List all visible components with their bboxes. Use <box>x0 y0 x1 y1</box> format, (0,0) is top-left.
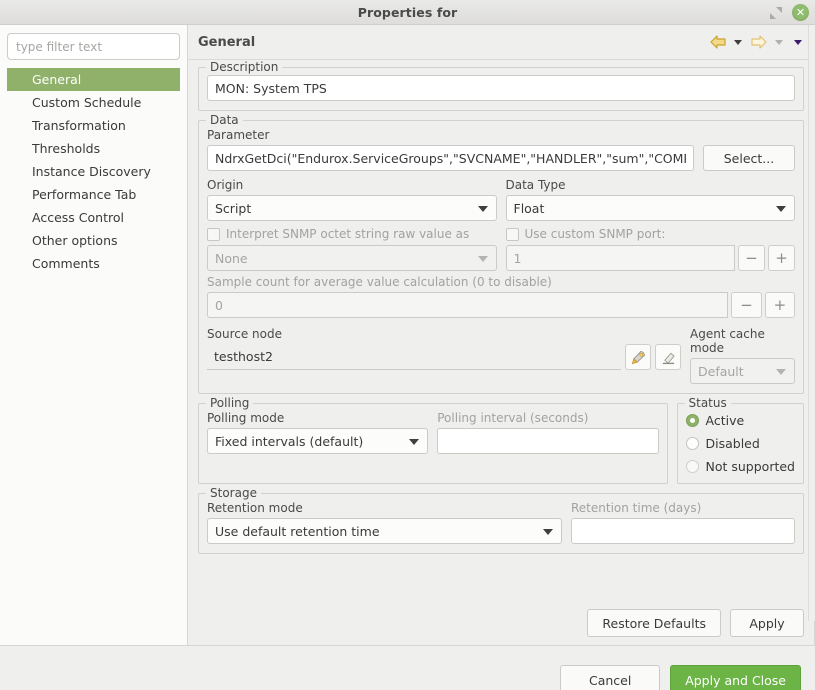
polling-mode-value: Fixed intervals (default) <box>215 434 363 449</box>
octet-format-value: None <box>215 251 248 266</box>
octet-format-select[interactable]: None <box>207 245 497 271</box>
sample-count-stepper: − + <box>207 292 795 318</box>
snmp-port-plus-icon[interactable]: + <box>768 245 795 271</box>
snmp-octet-label: Interpret SNMP octet string raw value as <box>226 227 469 241</box>
origin-value: Script <box>215 201 251 216</box>
snmp-port-checkbox[interactable] <box>506 228 519 241</box>
snmp-port-stepper: − + <box>506 245 796 271</box>
page-nav-controls <box>708 32 806 52</box>
description-input[interactable] <box>207 75 795 101</box>
source-node-input[interactable] <box>207 344 621 370</box>
status-radio-disabled[interactable] <box>686 437 699 450</box>
sidebar-item-thresholds[interactable]: Thresholds <box>7 137 180 160</box>
agent-cache-mode-label: Agent cache mode <box>690 327 795 355</box>
sidebar-item-instance-discovery[interactable]: Instance Discovery <box>7 160 180 183</box>
general-form: Description Data Parameter Select... Ori… <box>188 60 814 609</box>
snmp-port-minus-icon[interactable]: − <box>738 245 765 271</box>
agent-cache-mode-value: Default <box>698 364 744 379</box>
data-type-value: Float <box>514 201 545 216</box>
cancel-button[interactable]: Cancel <box>560 665 660 690</box>
status-group: Status Active Disabled Not supported <box>677 403 805 484</box>
form-action-row: Restore Defaults Apply <box>188 609 814 645</box>
data-group: Data Parameter Select... Origin Script D… <box>198 120 804 394</box>
window-title: Properties for <box>358 5 458 20</box>
retention-mode-label: Retention mode <box>207 501 562 515</box>
origin-label: Origin <box>207 178 497 192</box>
sidebar: General Custom Schedule Transformation T… <box>0 25 188 645</box>
sample-count-label: Sample count for average value calculati… <box>207 275 795 289</box>
page-title: General <box>198 35 255 50</box>
status-label-not-supported: Not supported <box>706 459 796 474</box>
parameter-label: Parameter <box>207 128 795 142</box>
status-radio-not-supported[interactable] <box>686 460 699 473</box>
window-titlebar: Properties for ✕ <box>0 0 815 25</box>
status-option-disabled[interactable]: Disabled <box>686 436 796 451</box>
sidebar-item-general[interactable]: General <box>7 68 180 91</box>
sidebar-item-comments[interactable]: Comments <box>7 252 180 275</box>
sample-count-minus-icon[interactable]: − <box>731 292 761 318</box>
origin-select[interactable]: Script <box>207 195 497 221</box>
polling-interval-label: Polling interval (seconds) <box>437 411 658 425</box>
apply-and-close-button[interactable]: Apply and Close <box>670 665 801 690</box>
snmp-octet-checkbox[interactable] <box>207 228 220 241</box>
storage-legend: Storage <box>206 486 261 500</box>
sample-count-input[interactable] <box>207 292 728 318</box>
back-history-chevron-down-icon[interactable] <box>730 32 746 52</box>
select-parameter-button[interactable]: Select... <box>703 145 795 171</box>
retention-mode-value: Use default retention time <box>215 524 380 539</box>
retention-time-label: Retention time (days) <box>571 501 795 515</box>
sidebar-item-access-control[interactable]: Access Control <box>7 206 180 229</box>
polling-group: Polling Polling mode Fixed intervals (de… <box>198 403 668 484</box>
forward-arrow-icon[interactable] <box>749 32 768 52</box>
status-label-active: Active <box>706 413 745 428</box>
restore-defaults-button[interactable]: Restore Defaults <box>587 609 721 637</box>
dialog-body: General Custom Schedule Transformation T… <box>0 25 815 645</box>
sidebar-item-performance-tab[interactable]: Performance Tab <box>7 183 180 206</box>
polling-mode-label: Polling mode <box>207 411 428 425</box>
snmp-port-label: Use custom SNMP port: <box>525 227 666 241</box>
storage-group: Storage Retention mode Use default reten… <box>198 493 804 554</box>
snmp-octet-checkbox-row[interactable]: Interpret SNMP octet string raw value as <box>207 227 497 241</box>
filter-input[interactable] <box>7 33 180 60</box>
content-panel: General Description <box>188 25 815 645</box>
select-node-icon[interactable] <box>625 344 651 370</box>
sidebar-item-custom-schedule[interactable]: Custom Schedule <box>7 91 180 114</box>
data-legend: Data <box>206 113 243 127</box>
sidebar-item-transformation[interactable]: Transformation <box>7 114 180 137</box>
window-controls: ✕ <box>769 0 809 25</box>
status-option-not-supported[interactable]: Not supported <box>686 459 796 474</box>
clear-node-icon[interactable] <box>655 344 681 370</box>
data-type-select[interactable]: Float <box>506 195 796 221</box>
apply-button[interactable]: Apply <box>730 609 804 637</box>
retention-mode-select[interactable]: Use default retention time <box>207 518 562 544</box>
back-arrow-icon[interactable] <box>708 32 727 52</box>
snmp-port-checkbox-row[interactable]: Use custom SNMP port: <box>506 227 796 241</box>
right-gutter <box>808 25 815 621</box>
status-option-active[interactable]: Active <box>686 413 796 428</box>
snmp-port-input[interactable] <box>506 245 736 271</box>
close-icon[interactable]: ✕ <box>792 4 809 21</box>
description-group: Description <box>198 67 804 111</box>
polling-legend: Polling <box>206 396 253 410</box>
sidebar-item-other-options[interactable]: Other options <box>7 229 180 252</box>
status-radio-active[interactable] <box>686 414 699 427</box>
page-header: General <box>188 25 814 60</box>
sample-count-plus-icon[interactable]: + <box>765 292 795 318</box>
page-menu-chevron-down-icon[interactable] <box>790 32 806 52</box>
sidebar-nav-list: General Custom Schedule Transformation T… <box>7 68 180 275</box>
parameter-input[interactable] <box>207 145 694 171</box>
forward-history-chevron-down-icon[interactable] <box>771 32 787 52</box>
polling-interval-input[interactable] <box>437 428 658 454</box>
source-node-label: Source node <box>207 327 681 341</box>
description-legend: Description <box>206 60 282 74</box>
status-legend: Status <box>685 396 731 410</box>
dialog-footer: Cancel Apply and Close <box>0 645 815 690</box>
retention-time-input[interactable] <box>571 518 795 544</box>
agent-cache-mode-select[interactable]: Default <box>690 358 795 384</box>
restore-icon[interactable] <box>769 6 783 20</box>
data-type-label: Data Type <box>506 178 796 192</box>
status-label-disabled: Disabled <box>706 436 760 451</box>
polling-mode-select[interactable]: Fixed intervals (default) <box>207 428 428 454</box>
